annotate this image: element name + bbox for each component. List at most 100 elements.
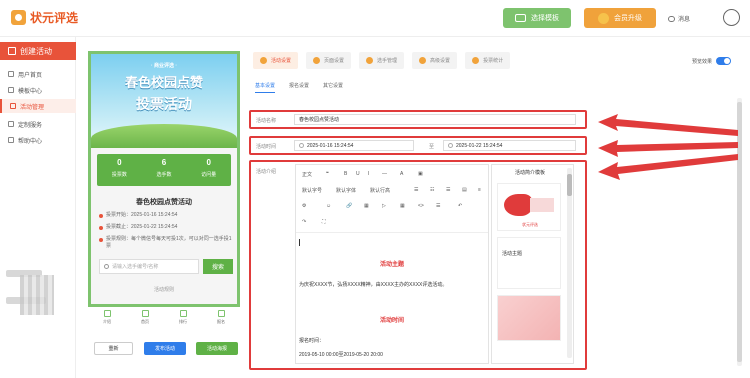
step-label: 高级设置	[430, 58, 451, 64]
toolbar-button[interactable]: ≡	[478, 187, 481, 193]
tab-ranking[interactable]: 排行	[164, 308, 202, 328]
toolbar-button[interactable]: ▷	[382, 203, 386, 209]
template-card[interactable]: 活动主题	[497, 237, 561, 289]
sidebar-item-activity-manage[interactable]: 活动管理	[0, 99, 76, 113]
toolbar-button[interactable]: B	[344, 171, 347, 177]
text-cursor	[299, 239, 300, 246]
sidebar-item-user-home[interactable]: 用户首页	[0, 67, 76, 81]
toolbar-button[interactable]: 默认字号	[302, 187, 322, 194]
toolbar-button[interactable]: 正文	[302, 171, 312, 178]
arrow-to-intro-field	[598, 154, 738, 180]
toolbar-button[interactable]: ☷	[430, 187, 434, 193]
sidebar-item-template-center[interactable]: 模板中心	[0, 83, 76, 97]
toolbar-button[interactable]: ☰	[446, 187, 450, 193]
editor-content[interactable]: 活动主题 为庆祝XXXX节，弘扬XXXX精神，由XXXX主办的XXXX评选活动。…	[296, 232, 488, 364]
rules-link[interactable]: 活动规则	[91, 286, 237, 293]
tab-home[interactable]: 首页	[126, 308, 164, 328]
toolbar-button[interactable]: ↶	[458, 203, 462, 209]
search-placeholder: 请输入选手编号/名称	[112, 264, 159, 270]
step-page-settings[interactable]: 页面设置	[306, 52, 352, 69]
toolbar-button[interactable]: ☰	[436, 203, 440, 209]
toolbar-button[interactable]: ⚙	[302, 203, 306, 209]
rich-text-editor[interactable]: 正文 ❝ B U I — A ▣ 默认字号 默认字体 默认行高 ☰ ☷ ☰ ▤ ≡ ⚙ ☺ 🔗 ▦ ▷ ▦ <> ☰ ↶ ↷ ⛶ 活…	[295, 164, 489, 364]
bullet-icon	[99, 237, 103, 242]
time-separator: 至	[429, 144, 435, 150]
toolbar-button[interactable]: —	[382, 171, 387, 177]
arrow-to-name-field	[598, 114, 738, 136]
messages-link[interactable]: 消息	[668, 14, 690, 23]
brand-logo[interactable]: 状元评选	[11, 9, 78, 26]
toolbar-button[interactable]: ☺	[326, 203, 331, 209]
toolbar-button[interactable]: ❝	[326, 171, 329, 177]
player-search-input[interactable]: 请输入选手编号/名称	[99, 259, 199, 274]
intro-label: 活动介绍	[256, 169, 277, 175]
start-time-input[interactable]: 2025-01-16 15:24:54	[294, 140, 414, 151]
toolbar-button[interactable]: <>	[418, 203, 424, 209]
toolbar-button[interactable]: U	[356, 171, 360, 177]
step-activity-settings[interactable]: 活动设置	[253, 52, 299, 69]
activity-name: 春色校园点赞活动	[136, 199, 192, 206]
tab-basic-settings[interactable]: 基本设置	[255, 82, 276, 93]
reset-button[interactable]: 重新	[94, 342, 133, 355]
search-button[interactable]: 搜索	[203, 259, 233, 274]
tab-signup-settings[interactable]: 报名设置	[289, 82, 309, 93]
message-icon	[668, 15, 675, 22]
vip-icon	[598, 12, 609, 24]
sidebar-item-help-center[interactable]: 帮助中心	[0, 133, 76, 147]
template-card[interactable]: 状元评选	[497, 183, 561, 231]
user-avatar[interactable]	[723, 9, 740, 26]
qr-code-image	[20, 275, 54, 315]
template-panel-title: 活动简介模板	[514, 170, 545, 176]
toolbar-button[interactable]: 默认行高	[370, 187, 390, 194]
stat-visits: 0 访问量	[186, 154, 231, 186]
messages-label: 消息	[678, 17, 691, 23]
toolbar-button[interactable]: 🔗	[346, 203, 352, 209]
step-icon	[313, 57, 321, 64]
activity-name-value: 春色校园点赞活动	[299, 117, 340, 123]
toolbar-button[interactable]: A	[400, 171, 403, 177]
step-vote-stats[interactable]: 投票统计	[465, 52, 511, 69]
service-icon	[8, 121, 14, 127]
toolbar-button[interactable]: ↷	[302, 219, 306, 225]
step-icon	[472, 57, 480, 64]
phone-preview: · 商业评选 · 春色校园点赞 投票活动 0 投票数 6 选手数 0 访问量 春色校园…	[88, 51, 240, 307]
step-label: 投票统计	[483, 58, 504, 64]
plus-icon	[8, 47, 16, 55]
toolbar-button[interactable]: ⛶	[322, 219, 326, 225]
bullet-icon	[99, 225, 103, 230]
sidebar-item-custom-service[interactable]: 定制服务	[0, 117, 76, 131]
tab-intro[interactable]: 介绍	[88, 308, 126, 328]
tab-signup[interactable]: 报名	[202, 308, 240, 328]
create-activity-button[interactable]: 创建活动	[0, 42, 76, 60]
toolbar-button[interactable]: ▣	[418, 171, 423, 177]
scroll-thumb[interactable]	[567, 174, 572, 196]
publish-button[interactable]: 发布活动	[144, 342, 186, 355]
step-advanced-settings[interactable]: 高级设置	[412, 52, 458, 69]
sidebar-item-label: 帮助中心	[18, 138, 43, 145]
end-time-input[interactable]: 2025-01-22 15:24:54	[443, 140, 576, 151]
toolbar-button[interactable]: I	[368, 171, 369, 177]
logo-icon	[11, 10, 26, 25]
toolbar-button[interactable]: ▤	[462, 187, 467, 193]
preview-toggle[interactable]: 预览效果	[692, 57, 732, 65]
step-player-manage[interactable]: 选手管理	[359, 52, 405, 69]
tab-other-settings[interactable]: 其它设置	[323, 82, 343, 93]
info-text: 投票截止：2025-01-22 15:24:54	[106, 224, 178, 230]
template-card[interactable]	[497, 295, 561, 341]
select-template-button[interactable]: 选择模板	[503, 8, 571, 28]
template-scrollbar[interactable]	[567, 168, 572, 358]
toolbar-button[interactable]: ▦	[400, 203, 405, 209]
toolbar-button[interactable]: ☰	[414, 187, 418, 193]
info-row: 投票规则：每个微信号每天可投1次，可以对同一选手投1票	[99, 236, 233, 250]
activity-name-input[interactable]: 春色校园点赞活动	[294, 114, 576, 125]
sidebar-item-label: 定制服务	[18, 122, 43, 129]
toolbar-button[interactable]: ▦	[364, 203, 369, 209]
poster-button[interactable]: 活动海报	[196, 342, 238, 355]
home-icon	[141, 310, 149, 317]
vip-upgrade-button[interactable]: 会员升级	[584, 8, 656, 28]
toggle-switch[interactable]	[716, 57, 732, 65]
stat-label: 访问量	[201, 172, 217, 178]
select-template-label: 选择模板	[531, 15, 559, 22]
stat-label: 选手数	[156, 172, 172, 178]
toolbar-button[interactable]: 默认字体	[336, 187, 356, 194]
